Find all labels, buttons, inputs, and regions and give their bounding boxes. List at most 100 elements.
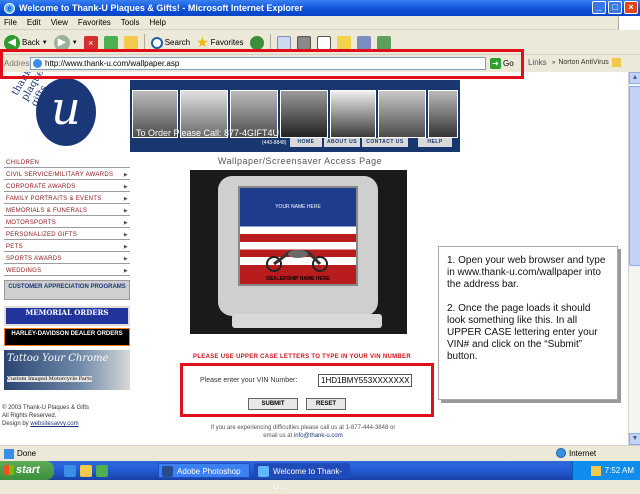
sidebar-item-personalized[interactable]: PERSONALIZED GIFTS ▶ bbox=[4, 230, 130, 240]
email-link[interactable]: info@thank-u.com bbox=[294, 433, 343, 439]
scroll-down-icon[interactable]: ▼ bbox=[629, 433, 640, 445]
ie-icon bbox=[258, 466, 269, 477]
nav-help[interactable]: HELP bbox=[418, 138, 452, 147]
menu-favorites[interactable]: Favorites bbox=[78, 18, 111, 27]
zone-label: Internet bbox=[569, 448, 597, 458]
security-zone: Internet bbox=[556, 448, 596, 458]
tattoo-title: Tattoo Your Chrome bbox=[7, 353, 109, 364]
email-prefix: email us at bbox=[263, 433, 293, 439]
designer-link[interactable]: websitesavvy.com bbox=[30, 421, 78, 427]
copyright-block: © 2003 Thank-U Plaques & Gifts All Right… bbox=[2, 404, 132, 428]
favorites-label: Favorites bbox=[210, 38, 244, 47]
refresh-icon[interactable] bbox=[103, 35, 118, 50]
norton-label: Norton AntiVirus bbox=[558, 59, 609, 66]
windows-logo-icon bbox=[4, 465, 14, 475]
menu-edit[interactable]: Edit bbox=[27, 18, 41, 27]
close-button[interactable]: × bbox=[624, 1, 638, 14]
menu-tools[interactable]: Tools bbox=[121, 18, 140, 27]
task-label: Welcome to Thank-U... bbox=[273, 467, 343, 491]
sidebar-item-corporate[interactable]: CORPORATE AWARDS ▶ bbox=[4, 182, 130, 192]
keyboard-illustration bbox=[232, 314, 382, 328]
back-label: Back bbox=[22, 38, 40, 47]
nav-home[interactable]: HOME bbox=[290, 138, 322, 147]
harley-davidson-banner[interactable]: HARLEY-DAVIDSON DEALER ORDERS bbox=[4, 328, 130, 346]
menu-view[interactable]: View bbox=[51, 18, 68, 27]
nav-about-us[interactable]: ABOUT US bbox=[324, 138, 360, 147]
links-button[interactable]: Links bbox=[528, 58, 547, 67]
start-button[interactable]: start bbox=[0, 461, 54, 480]
menu-help[interactable]: Help bbox=[149, 18, 165, 27]
copyright-text: © 2003 Thank-U Plaques & Gifts bbox=[2, 405, 90, 411]
sidebar-item-civil-service[interactable]: CIVIL SERVICE/MILITARY AWARDS ▶ bbox=[4, 170, 130, 180]
callout-step-1: 1. Open your web browser and type in www… bbox=[447, 255, 606, 290]
status-bar: Done Internet bbox=[0, 445, 640, 461]
difficulties-line: If you are experiencing difficulties ple… bbox=[210, 425, 396, 431]
sidebar-item-memorials[interactable]: MEMORIALS & FUNERALS ▶ bbox=[4, 206, 130, 216]
sidebar-item-children[interactable]: CHILDREN bbox=[4, 158, 130, 168]
search-button[interactable]: Search bbox=[150, 36, 190, 49]
norton-antivirus-button[interactable]: » Norton AntiVirus bbox=[552, 58, 621, 67]
sidebar-item-label: WEDDINGS bbox=[6, 268, 42, 274]
address-highlight-box bbox=[0, 49, 524, 79]
page-done-icon bbox=[4, 448, 14, 459]
vin-highlight-box bbox=[180, 363, 434, 417]
memorial-orders-banner[interactable]: MEMORIAL ORDERS bbox=[4, 306, 130, 326]
stop-icon[interactable]: × bbox=[83, 35, 98, 50]
arrow-icon: ▶ bbox=[123, 244, 128, 250]
scroll-thumb[interactable] bbox=[629, 86, 640, 266]
sidebar-item-family[interactable]: FAMILY PORTRAITS & EVENTS ▶ bbox=[4, 194, 130, 204]
media-quicklaunch-icon[interactable] bbox=[96, 465, 108, 477]
messenger-icon[interactable] bbox=[376, 35, 391, 50]
tray-icon[interactable] bbox=[590, 465, 601, 476]
sidebar-item-label: FAMILY PORTRAITS & EVENTS bbox=[6, 196, 102, 202]
arrow-icon: ▶ bbox=[123, 256, 128, 262]
header-photo bbox=[280, 90, 328, 138]
media-icon[interactable] bbox=[249, 35, 264, 50]
vertical-scrollbar[interactable]: ▲ ▼ bbox=[628, 72, 640, 445]
design-by-text: Design by bbox=[2, 421, 29, 427]
header-photo bbox=[330, 90, 376, 138]
sidebar-item-label: SPORTS AWARDS bbox=[6, 256, 62, 262]
sidebar-item-pets[interactable]: PETS ▶ bbox=[4, 242, 130, 252]
windows-flag-icon bbox=[618, 16, 640, 30]
chevron-right-icon: » bbox=[552, 59, 556, 66]
taskbar-item-photoshop[interactable]: Adobe Photoshop bbox=[158, 463, 250, 478]
arrow-icon: ▶ bbox=[123, 268, 128, 274]
tattoo-subtitle: Custom Imaged Motorcycle Parts bbox=[7, 376, 92, 382]
tattoo-your-chrome-banner[interactable]: Tattoo Your Chrome Custom Imaged Motorcy… bbox=[4, 350, 130, 390]
screen-text-bottom: DEALERSHIP NAME HERE bbox=[266, 276, 330, 282]
start-label: start bbox=[16, 464, 40, 476]
ie-quicklaunch-icon[interactable] bbox=[64, 465, 76, 477]
sidebar-item-label: MEMORIALS & FUNERALS bbox=[6, 208, 88, 214]
photoshop-icon bbox=[162, 466, 173, 477]
globe-icon bbox=[556, 448, 566, 458]
arrow-icon: ▶ bbox=[123, 184, 128, 190]
header-photo bbox=[378, 90, 426, 138]
chevron-down-icon: ▼ bbox=[41, 39, 48, 46]
ie-icon: e bbox=[4, 2, 15, 14]
mail-icon[interactable] bbox=[276, 35, 291, 50]
sidebar-item-weddings[interactable]: WEDDINGS ▶ bbox=[4, 266, 130, 276]
arrow-icon: ▶ bbox=[123, 220, 128, 226]
nav-contact-us[interactable]: CONTACT US bbox=[362, 138, 408, 147]
menu-file[interactable]: File bbox=[4, 18, 17, 27]
scroll-up-icon[interactable]: ▲ bbox=[629, 72, 640, 84]
header-photo bbox=[428, 90, 458, 138]
taskbar-item-ie[interactable]: Welcome to Thank-U... bbox=[254, 463, 350, 491]
rights-text: All Rights Reserved. bbox=[2, 413, 57, 419]
print-icon[interactable] bbox=[296, 35, 311, 50]
maximize-button[interactable]: □ bbox=[608, 1, 622, 14]
window-title: Welcome to Thank-U Plaques & Gifts! - Mi… bbox=[19, 3, 303, 13]
customer-appreciation-button[interactable]: CUSTOMER APPRECIATION PROGRAMS bbox=[4, 280, 130, 300]
explorer-quicklaunch-icon[interactable] bbox=[80, 465, 92, 477]
edit-icon[interactable] bbox=[316, 35, 331, 50]
home-icon[interactable] bbox=[123, 35, 138, 50]
research-icon[interactable] bbox=[356, 35, 371, 50]
arrow-icon: ▶ bbox=[123, 196, 128, 202]
sidebar-item-label: PETS bbox=[6, 244, 23, 250]
sidebar-item-motorsports[interactable]: MOTORSPORTS ▶ bbox=[4, 218, 130, 228]
minimize-button[interactable]: _ bbox=[592, 1, 606, 14]
folder-icon[interactable] bbox=[336, 35, 351, 50]
system-tray: 7:52 AM bbox=[572, 461, 640, 480]
sidebar-item-sports[interactable]: SPORTS AWARDS ▶ bbox=[4, 254, 130, 264]
